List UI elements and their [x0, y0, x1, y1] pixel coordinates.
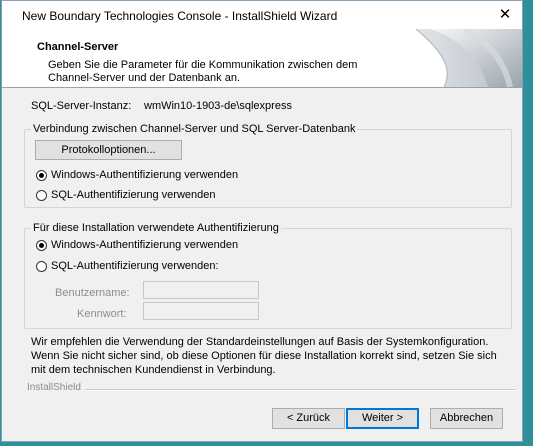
divider: [85, 389, 515, 391]
page-curl-graphic: [410, 29, 522, 87]
installer-window: New Boundary Technologies Console - Inst…: [1, 0, 523, 442]
radio-checked-icon: [36, 239, 47, 251]
connection-windows-auth-radio[interactable]: Windows-Authentifizierung verwenden: [36, 168, 238, 182]
radio-label: Windows-Authentifizierung verwenden: [51, 169, 239, 181]
radio-unchecked-icon: [36, 260, 47, 272]
sql-instance-value: wmWin10-1903-de\sqlexpress: [144, 100, 292, 112]
next-button[interactable]: Weiter >: [346, 408, 419, 429]
back-button[interactable]: < Zurück: [272, 408, 345, 429]
password-field[interactable]: [143, 302, 259, 320]
header-panel: Channel-Server Geben Sie die Parameter f…: [2, 29, 522, 88]
cancel-button[interactable]: Abbrechen: [430, 408, 503, 429]
radio-unchecked-icon: [36, 189, 47, 201]
title-bar[interactable]: New Boundary Technologies Console - Inst…: [2, 1, 522, 29]
install-auth-group-legend: Für diese Installation verwendete Authen…: [31, 222, 281, 234]
username-label: Benutzername:: [55, 287, 130, 299]
radio-checked-icon: [36, 169, 47, 181]
page-description: Geben Sie die Parameter für die Kommunik…: [48, 59, 358, 84]
username-field[interactable]: [143, 281, 259, 299]
radio-label: Windows-Authentifizierung verwenden: [51, 239, 239, 251]
connection-sql-auth-radio[interactable]: SQL-Authentifizierung verwenden: [36, 188, 215, 202]
window-title: New Boundary Technologies Console - Inst…: [22, 9, 338, 23]
protocol-options-button[interactable]: Protokolloptionen...: [35, 140, 182, 160]
install-sql-auth-radio[interactable]: SQL-Authentifizierung verwenden:: [36, 259, 219, 273]
close-icon[interactable]: ✕: [494, 5, 516, 25]
radio-label: SQL-Authentifizierung verwenden: [51, 189, 216, 201]
page-title: Channel-Server: [37, 41, 119, 53]
installshield-brand: InstallShield: [27, 382, 81, 393]
radio-label: SQL-Authentifizierung verwenden:: [51, 260, 219, 272]
recommendation-text: Wir empfehlen die Verwendung der Standar…: [31, 336, 497, 376]
install-windows-auth-radio[interactable]: Windows-Authentifizierung verwenden: [36, 238, 238, 252]
sql-instance-label: SQL-Server-Instanz:: [31, 100, 132, 112]
connection-group-legend: Verbindung zwischen Channel-Server und S…: [31, 123, 358, 135]
password-label: Kennwort:: [77, 308, 127, 320]
